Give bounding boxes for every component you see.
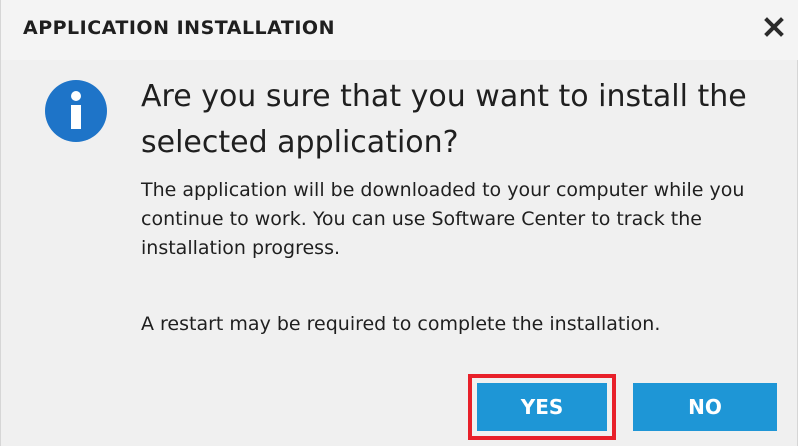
no-button[interactable]: NO: [633, 383, 777, 431]
dialog-body-text: The application will be downloaded to yo…: [141, 179, 745, 259]
dialog-titlebar: APPLICATION INSTALLATION: [1, 0, 798, 60]
close-icon[interactable]: [763, 16, 785, 38]
restart-note: A restart may be required to complete th…: [141, 313, 661, 335]
yes-button[interactable]: YES: [477, 383, 607, 431]
dialog-heading: Are you sure that you want to install th…: [141, 79, 747, 160]
info-icon: [45, 80, 107, 142]
dialog-title: APPLICATION INSTALLATION: [23, 17, 335, 39]
install-dialog: APPLICATION INSTALLATION Are you sure th…: [0, 0, 798, 446]
